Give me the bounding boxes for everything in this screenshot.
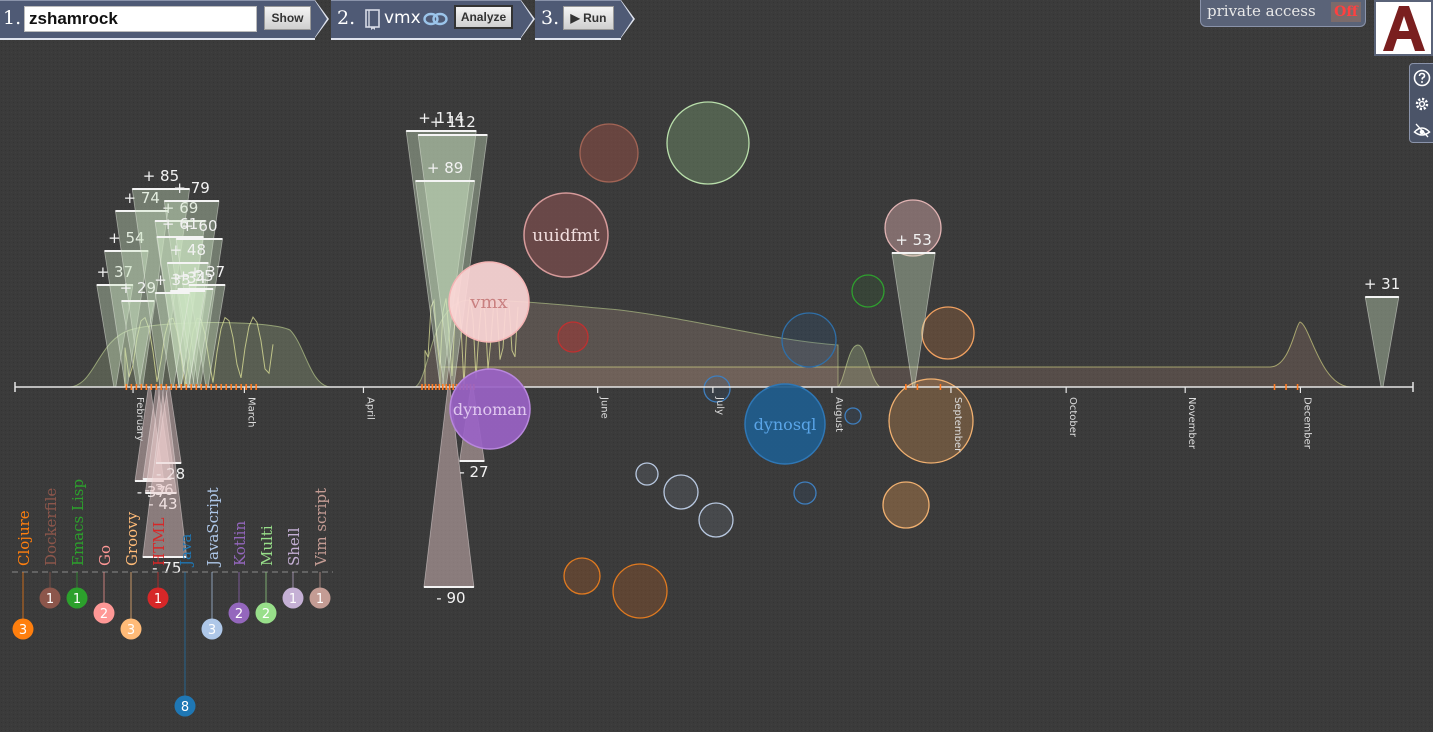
addition-label: + 33 — [154, 271, 190, 289]
addition-label: + 31 — [1364, 275, 1400, 293]
view-toggle-icon[interactable] — [1413, 121, 1431, 139]
settings-icon[interactable] — [1413, 95, 1431, 113]
link-icon[interactable] — [423, 11, 449, 27]
repo-bubble-dynosql[interactable]: dynosql — [744, 383, 826, 465]
language-name: Groovy — [123, 511, 141, 566]
activity-circle — [698, 502, 734, 538]
language-count: 1 — [289, 592, 297, 607]
language-name: Kotlin — [231, 521, 249, 566]
activity-circle — [663, 474, 699, 510]
language-count: 3 — [208, 623, 216, 638]
username-input[interactable] — [24, 6, 257, 32]
deletion-label: - 27 — [459, 463, 488, 481]
activity-circle — [666, 101, 750, 185]
month-label: March — [245, 397, 256, 427]
month-label: April — [364, 397, 375, 420]
private-access-control: private access Off — [1200, 0, 1366, 27]
deletion-label: - 90 — [436, 589, 465, 607]
language-name: JavaScript — [204, 487, 222, 568]
language-name: Dockerfile — [42, 488, 60, 566]
private-access-label: private access — [1207, 2, 1316, 20]
activity-circle — [781, 312, 837, 368]
language-name: Emacs Lisp — [69, 479, 87, 566]
month-label: July — [714, 396, 725, 415]
activity-circle — [882, 481, 930, 529]
activity-circle — [793, 481, 817, 505]
activity-circle — [557, 321, 589, 353]
logo-a-icon — [1382, 6, 1425, 51]
language-count: 3 — [19, 623, 27, 638]
activity-circle — [635, 462, 659, 486]
repo-label: vmx — [469, 292, 507, 313]
activity-circle — [921, 306, 975, 360]
month-label: November — [1186, 397, 1197, 450]
addition-label: + 53 — [895, 231, 931, 249]
repo-book-icon — [365, 9, 380, 30]
private-access-toggle[interactable]: Off — [1331, 2, 1361, 22]
month-label: December — [1301, 397, 1312, 450]
help-icon[interactable] — [1413, 69, 1431, 87]
step-arrow-1-inner — [315, 1, 327, 37]
step-3-number: 3. — [541, 7, 560, 29]
language-name: Vim script — [312, 488, 330, 567]
month-label: August — [833, 397, 844, 432]
activity-circle — [844, 407, 862, 425]
addition-label: + 89 — [427, 159, 463, 177]
repo-bubble-uuidfmt[interactable]: uuidfmt — [523, 192, 609, 278]
activity-circle — [563, 557, 601, 595]
side-toolbar — [1409, 63, 1433, 143]
show-button[interactable]: Show — [264, 6, 311, 30]
language-count: 2 — [262, 607, 270, 622]
repo-bubble-vmx[interactable]: vmx — [448, 261, 530, 343]
app-logo[interactable] — [1374, 0, 1433, 56]
language-name: HTML — [150, 518, 168, 566]
language-count: 2 — [235, 607, 243, 622]
language-name: Go — [96, 545, 114, 566]
repo-name: vmx — [384, 8, 421, 28]
activity-visualization[interactable]: + 37+ 54+ 74+ 29+ 85+ 69+ 79+ 61+ 60+ 48… — [0, 0, 1433, 732]
run-button[interactable]: ▶ Run — [563, 6, 614, 30]
language-count: 8 — [181, 700, 189, 715]
addition-label: + 112 — [430, 113, 476, 131]
step-arrow-2-inner — [521, 1, 533, 37]
repo-label: uuidfmt — [532, 226, 600, 246]
month-label: September — [952, 397, 963, 453]
step-arrow-3-inner — [621, 1, 633, 37]
repo-bubble-dynoman[interactable]: dynoman — [449, 368, 531, 450]
month-label: June — [599, 396, 610, 419]
repo-label: dynosql — [754, 415, 817, 434]
activity-circle — [579, 123, 639, 183]
language-count: 1 — [154, 592, 162, 607]
language-count: 1 — [46, 592, 54, 607]
step-1-panel: 1. Show — [0, 0, 315, 40]
step-3-panel: 3. ▶ Run — [535, 0, 621, 40]
language-count: 2 — [100, 607, 108, 622]
language-name: Java — [177, 534, 195, 568]
language-html[interactable]: HTML 1 — [147, 518, 169, 609]
language-name: Clojure — [15, 510, 33, 566]
month-label: October — [1067, 397, 1078, 438]
activity-circle — [612, 563, 668, 619]
month-label: February — [134, 397, 145, 441]
step-2-number: 2. — [337, 7, 356, 29]
language-name: Multi — [258, 525, 276, 566]
step-1-number: 1. — [3, 7, 22, 29]
analyze-button[interactable]: Analyze — [454, 5, 513, 29]
language-count: 3 — [127, 623, 135, 638]
language-name: Shell — [285, 527, 303, 566]
addition-label: + 60 — [181, 217, 217, 235]
language-count: 1 — [316, 592, 324, 607]
activity-circle — [851, 274, 885, 308]
language-count: 1 — [73, 592, 81, 607]
addition-label: + 48 — [170, 241, 206, 259]
addition-label: + 79 — [173, 179, 209, 197]
repo-label: dynoman — [453, 400, 527, 419]
